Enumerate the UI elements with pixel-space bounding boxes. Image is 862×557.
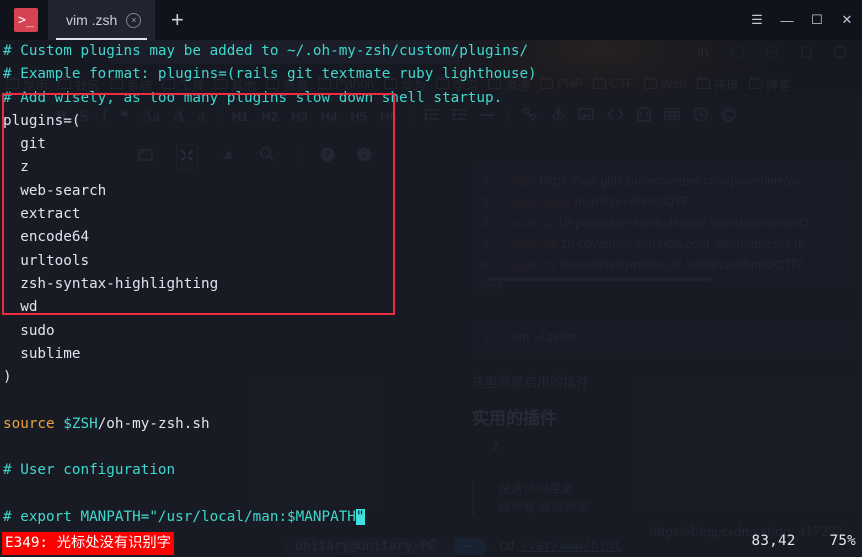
vim-text-span: urltools <box>3 252 90 269</box>
window-controls: ☰ — ☐ ✕ <box>742 0 862 40</box>
vim-line: wd <box>3 296 862 319</box>
vim-line: encode64 <box>3 226 862 249</box>
vim-line <box>3 389 862 412</box>
vim-text-span: " <box>355 508 365 525</box>
vim-text-span <box>55 416 64 432</box>
vim-text-span: # Add wisely, as too many plugins slow d… <box>3 89 503 106</box>
new-tab-button[interactable]: + <box>155 0 199 40</box>
vim-line: source $ZSH/oh-my-zsh.sh <box>3 413 862 436</box>
vim-line: git <box>3 133 862 156</box>
screen: 常用 社区 系统 工具 其他 资源 Python 华为 学习 渗透 PHP CT… <box>0 0 862 557</box>
vim-line: plugins=( <box>3 110 862 133</box>
minimize-button[interactable]: — <box>772 0 802 40</box>
vim-text-span: /oh-my-zsh.sh <box>97 415 210 432</box>
vim-ruler: 83,42 75% <box>752 533 856 549</box>
vim-line: # Example format: plugins=(rails git tex… <box>3 63 862 86</box>
terminal-app-icon: >_ <box>14 8 38 32</box>
vim-line: # Custom plugins may be added to ~/.oh-m… <box>3 40 862 63</box>
vim-text-span: plugins=( <box>3 112 81 129</box>
vim-text-span: $ZSH <box>63 415 98 432</box>
terminal-title-bar: >_ vim .zsh × + ☰ — ☐ ✕ <box>0 0 862 40</box>
vim-text-span: z <box>3 159 29 176</box>
close-window-button[interactable]: ✕ <box>832 0 862 40</box>
vim-text-span: git <box>3 136 47 153</box>
vim-line <box>3 483 862 506</box>
vim-editor-buffer[interactable]: # Custom plugins may be added to ~/.oh-m… <box>0 40 862 557</box>
vim-text-span: source <box>3 415 55 432</box>
tab-vim-zsh[interactable]: vim .zsh × <box>48 0 156 40</box>
vim-text-span: ) <box>3 369 12 386</box>
vim-status-line: E349: 光标处没有识别字 83,42 75% <box>0 530 862 557</box>
vim-error-message: E349: 光标处没有识别字 <box>2 532 175 555</box>
vim-text-span: sudo <box>3 322 55 339</box>
vim-line: web-search <box>3 180 862 203</box>
vim-line: sublime <box>3 343 862 366</box>
vim-line: zsh-syntax-highlighting <box>3 273 862 296</box>
vim-line: ) <box>3 366 862 389</box>
vim-text-span: zsh-syntax-highlighting <box>3 275 219 292</box>
vim-line: urltools <box>3 250 862 273</box>
vim-text-span: # User configuration <box>3 462 176 479</box>
vim-line: z <box>3 156 862 179</box>
tab-label: vim .zsh <box>66 12 118 28</box>
terminal-window: >_ vim .zsh × + ☰ — ☐ ✕ # Custom plugins… <box>0 0 862 557</box>
vim-text-span: # export MANPATH="/usr/local/man:$MANPAT… <box>3 508 356 525</box>
vim-cursor-position: 83,42 <box>751 533 796 549</box>
maximize-button[interactable]: ☐ <box>802 0 832 40</box>
vim-text-span: web-search <box>3 182 107 199</box>
vim-scroll-percent: 75% <box>829 533 856 549</box>
vim-text-span: wd <box>3 299 38 316</box>
vim-text-span: # Custom plugins may be added to ~/.oh-m… <box>3 43 529 59</box>
vim-text-span: sublime <box>3 345 81 362</box>
vim-line: extract <box>3 203 862 226</box>
vim-text-span: # Example format: plugins=(rails git tex… <box>3 66 537 83</box>
close-icon[interactable]: × <box>126 12 142 28</box>
menu-icon[interactable]: ☰ <box>742 0 772 40</box>
vim-line: # Add wisely, as too many plugins slow d… <box>3 87 862 110</box>
vim-line: # User configuration <box>3 459 862 482</box>
vim-text-span: extract <box>3 206 81 223</box>
vim-text-span: encode64 <box>3 229 90 246</box>
vim-line: # export MANPATH="/usr/local/man:$MANPAT… <box>3 506 862 529</box>
vim-line <box>3 436 862 459</box>
vim-line: sudo <box>3 320 862 343</box>
